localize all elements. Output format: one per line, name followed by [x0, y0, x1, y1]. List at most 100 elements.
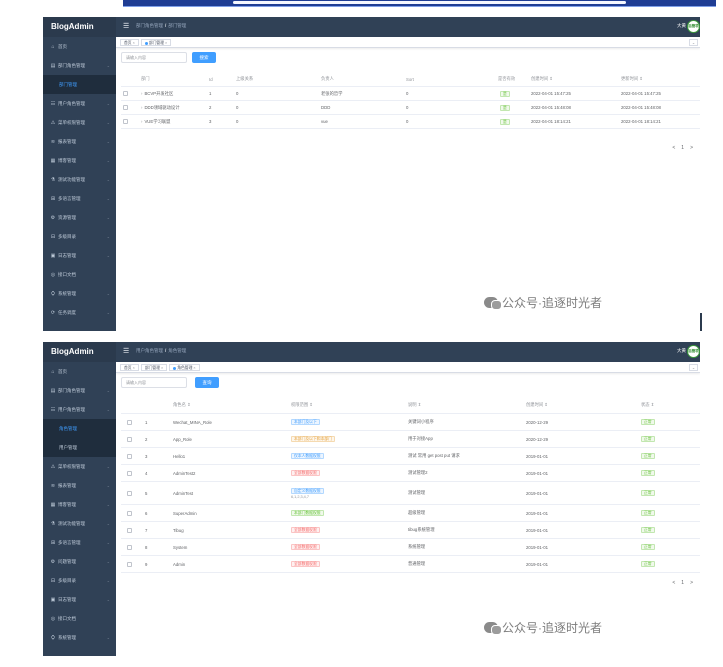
page-number[interactable]: 1 [681, 145, 684, 151]
row-checkbox[interactable] [123, 91, 128, 96]
column-header[interactable]: 更新时间 ⇕ [621, 72, 643, 86]
breadcrumb-item[interactable]: 部门角色管理 [136, 23, 163, 28]
hamburger-icon[interactable]: ☰ [123, 22, 129, 30]
search-row: 请输入内容 搜索 [121, 52, 700, 66]
table-row[interactable]: 7 Tibug 全部数据权限 tibug系统管理 2019-01-01 正常 [121, 522, 700, 539]
prev-page-icon[interactable]: < [672, 580, 675, 586]
search-button[interactable]: 搜索 [192, 52, 216, 63]
sidebar-item[interactable]: ⚙ 问题管理 ⌄ [43, 552, 116, 571]
chevron-right-icon[interactable]: › [141, 119, 142, 124]
chevron-down-icon[interactable]: ⌄ [689, 39, 698, 46]
row-checkbox[interactable] [127, 527, 132, 533]
search-input[interactable]: 请输入内容 [121, 377, 187, 388]
row-checkbox[interactable] [123, 119, 128, 124]
column-header[interactable]: 是否有效 [498, 72, 515, 86]
sidebar-item[interactable]: ⚙ 资源管理 ⌄ [43, 208, 116, 227]
sidebar-item[interactable]: 用户管理 [43, 438, 116, 457]
sidebar-item[interactable]: ⊟ 多级目录 ⌄ [43, 571, 116, 590]
sidebar-item[interactable]: ⊟ 多级目录 ⌄ [43, 227, 116, 246]
sidebar-item[interactable]: ☷ 用户角色管理 ⌄ [43, 94, 116, 113]
table-row[interactable]: 2 App_Role 本部门及以下和本部门 用于对接App 2020-12-29 正常 [121, 431, 700, 448]
table-row[interactable]: 9 Admin 全部数据权限 普通管理 2019-01-01 正常 [121, 556, 700, 573]
column-header[interactable]: 部门 [141, 72, 150, 86]
username[interactable]: 大黄 [677, 23, 686, 29]
chevron-right-icon[interactable]: › [141, 91, 142, 96]
chevron-down-icon[interactable]: ⌄ [689, 364, 698, 371]
tag-home[interactable]: 首页× [120, 39, 139, 46]
sidebar-item[interactable]: ≋ 报表管理 ⌄ [43, 476, 116, 495]
sidebar-item[interactable]: ☷ 用户角色管理 ⌄ [43, 400, 116, 419]
next-page-icon[interactable]: > [690, 580, 693, 586]
sidebar-item[interactable]: ⊞ 多语言管理 ⌄ [43, 189, 116, 208]
column-header[interactable]: 权限范围 ⇕ [291, 397, 313, 413]
table-row[interactable]: 1 Wechat_MINA_Role 本部门及以下 关键词小程序 2020-12-29 正… [121, 414, 700, 431]
sidebar-item[interactable]: ⟳ 任务调度 ⌄ [43, 303, 116, 322]
sidebar-item[interactable]: ⚠ 菜单权限管理 ⌄ [43, 457, 116, 476]
username[interactable]: 大黄 [677, 348, 686, 354]
column-header[interactable]: 负责人 [321, 72, 334, 86]
sidebar-item[interactable]: ◎ 接口文档 [43, 265, 116, 284]
scope-cell: 全部数据权限 [291, 465, 320, 481]
sidebar-item[interactable]: ⌂ 首页 [43, 362, 116, 381]
row-checkbox[interactable] [127, 561, 132, 567]
row-checkbox[interactable] [127, 419, 132, 425]
table-row[interactable]: › BCVP开发社区 1 0 老张的哲学 0 是 2022-04-01 15:47:25 202… [121, 87, 700, 101]
sidebar-item[interactable]: ▣ 日志管理 ⌄ [43, 590, 116, 609]
row-checkbox[interactable] [127, 544, 132, 550]
row-checkbox[interactable] [127, 453, 132, 459]
tag-department[interactable]: 部门管理× [140, 364, 168, 371]
chevron-right-icon[interactable]: › [141, 105, 142, 110]
table-row[interactable]: 4 AdminTest2 全部数据权限 测试管理2 2019-01-01 正常 [121, 465, 700, 482]
tag-role[interactable]: 角色管理× [169, 364, 200, 371]
column-header[interactable]: 说明 ⇕ [408, 397, 421, 413]
sidebar-item[interactable]: 角色管理 [43, 419, 116, 438]
sidebar-item[interactable]: ⛭ 系统管理 ⌄ [43, 284, 116, 303]
avatar[interactable]: 后管项目 [687, 20, 700, 33]
table-row[interactable]: 5 AdminTest 自定义数据权限 6,1,2,3,4,7 测试管理 2019-01-… [121, 482, 700, 505]
table-row[interactable]: › VUE学习联盟 3 0 vue 0 是 2022-04-01 18:14:21 2022-0… [121, 115, 700, 129]
table-row[interactable]: 3 Hello1 仅本人数据权限 测试 常用 get post put 请求 2019-… [121, 448, 700, 465]
prev-page-icon[interactable]: < [672, 145, 675, 151]
row-checkbox[interactable] [123, 105, 128, 110]
column-header[interactable]: 创建时间 ⇕ [526, 397, 548, 413]
sidebar-item[interactable]: ⚠ 菜单权限管理 ⌄ [43, 113, 116, 132]
sidebar-item[interactable]: ◎ 接口文档 [43, 609, 116, 628]
column-header[interactable]: 状态 ⇕ [641, 397, 654, 413]
sidebar-item[interactable]: ▤ 部门角色管理 ⌄ [43, 381, 116, 400]
page-number[interactable]: 1 [681, 580, 684, 586]
breadcrumb-item[interactable]: 用户角色管理 [136, 348, 163, 353]
column-header[interactable]: 角色名 ⇕ [173, 397, 191, 413]
permission-icon: ⚠ [50, 464, 56, 470]
tag-home[interactable]: 首页× [120, 364, 139, 371]
hamburger-icon[interactable]: ☰ [123, 347, 129, 355]
sidebar-item[interactable]: 部门管理 [43, 75, 116, 94]
search-button[interactable]: 查询 [195, 377, 219, 388]
row-checkbox[interactable] [127, 510, 132, 516]
column-header[interactable]: 创建时间 ⇕ [531, 72, 553, 86]
sidebar-item[interactable]: ≋ 报表管理 ⌄ [43, 132, 116, 151]
table-row[interactable]: 8 System 全部数据权限 系统管理 2019-01-01 正常 [121, 539, 700, 556]
tag-department[interactable]: 部门管理× [140, 39, 172, 46]
sidebar-item-label: 首页 [58, 44, 67, 49]
sidebar-item[interactable]: ▤ 部门角色管理 ⌄ [43, 56, 116, 75]
sidebar-item[interactable]: ▦ 博客管理 ⌄ [43, 151, 116, 170]
column-header[interactable]: Sort [406, 72, 414, 86]
sidebar-item[interactable]: ▣ 日志管理 ⌄ [43, 246, 116, 265]
scope-badge: 自定义数据权限 [291, 487, 324, 494]
row-checkbox[interactable] [127, 436, 132, 442]
table-row[interactable]: › DDD领域驱动设计 2 0 DDD 0 是 2022-04-01 15:48:08 2022… [121, 101, 700, 115]
sidebar-item[interactable]: ⚗ 测试功能管理 ⌄ [43, 170, 116, 189]
column-header[interactable]: Id [209, 72, 213, 86]
next-page-icon[interactable]: > [690, 145, 693, 151]
sidebar-item[interactable]: ⛭ 系统管理 ⌄ [43, 628, 116, 647]
sidebar-item[interactable]: ▦ 博客管理 ⌄ [43, 495, 116, 514]
sidebar-item[interactable]: ⚗ 测试功能管理 ⌄ [43, 514, 116, 533]
search-input[interactable]: 请输入内容 [121, 52, 187, 63]
sidebar-item[interactable]: ⊞ 多语言管理 ⌄ [43, 533, 116, 552]
row-checkbox[interactable] [127, 490, 132, 496]
table-row[interactable]: 6 SuperAdmin 本部门数据权限 超级管理 2019-01-01 正常 [121, 505, 700, 522]
avatar[interactable]: 后管项目 [687, 345, 700, 358]
row-checkbox[interactable] [127, 470, 132, 476]
column-header[interactable]: 上级关系 [236, 72, 253, 86]
sidebar-item[interactable]: ⌂ 首页 [43, 37, 116, 56]
